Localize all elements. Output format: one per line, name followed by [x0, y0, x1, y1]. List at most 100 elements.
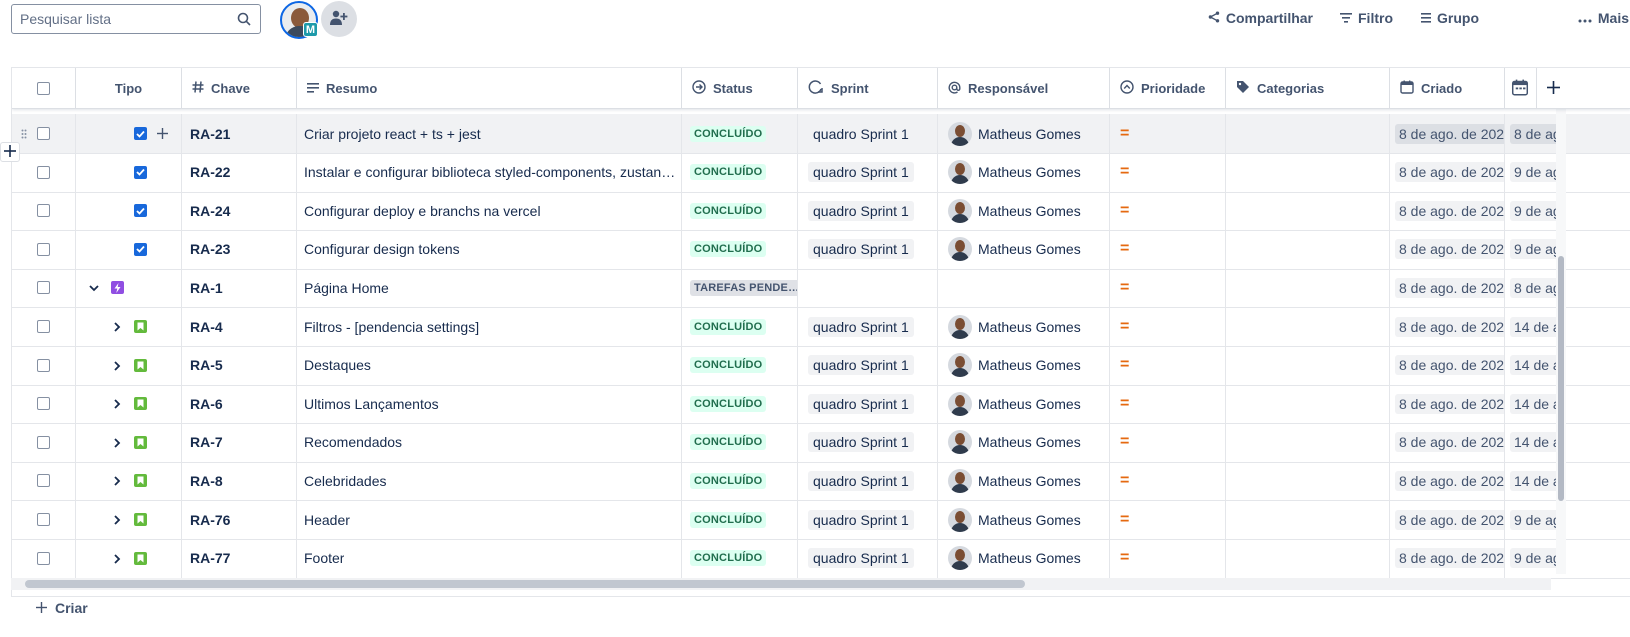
status-badge[interactable]: CONCLUÍDO [690, 511, 767, 528]
status-cell[interactable]: CONCLUÍDO [682, 345, 798, 385]
created-cell[interactable]: 8 de ago. de 2024 [1390, 461, 1505, 501]
group-button[interactable]: Grupo [1421, 10, 1479, 26]
categories-cell[interactable] [1226, 461, 1390, 501]
insert-row-button[interactable] [0, 142, 20, 162]
created-cell[interactable]: 8 de ago. de 2024 [1390, 114, 1505, 153]
created-cell[interactable]: 8 de ago. de 2024 [1390, 384, 1505, 424]
sprint-cell[interactable]: quadro Sprint 1 [798, 307, 938, 346]
row-checkbox[interactable] [37, 165, 50, 179]
status-badge[interactable]: CONCLUÍDO [690, 550, 767, 567]
add-child-button[interactable] [157, 126, 168, 142]
column-summary[interactable]: Resumo [297, 68, 682, 109]
issue-summary[interactable]: Ultimos Lançamentos [297, 384, 682, 424]
status-badge[interactable]: CONCLUÍDO [690, 202, 767, 219]
issue-summary[interactable]: Instalar e configurar biblioteca styled-… [297, 152, 682, 192]
issue-summary[interactable]: Filtros - [pendencia settings] [297, 307, 682, 346]
column-priority[interactable]: Prioridade [1110, 68, 1226, 109]
sprint-cell[interactable]: quadro Sprint 1 [798, 422, 938, 462]
sprint-cell[interactable]: quadro Sprint 1 [798, 538, 938, 578]
table-row[interactable]: RA-7 Recomendados CONCLUÍDO quadro Sprint 1… [12, 422, 1630, 463]
table-row[interactable]: RA-24 Configurar deploy e branchs na verc… [12, 191, 1630, 232]
issue-key[interactable]: RA-76 [182, 500, 297, 539]
table-row[interactable]: RA-23 Configurar design tokens CONCLUÍDO qu… [12, 229, 1630, 270]
chevron-down-icon[interactable] [88, 282, 100, 294]
priority-cell[interactable]: = [1110, 268, 1226, 308]
created-cell[interactable]: 8 de ago. de 2024 [1390, 229, 1505, 269]
create-button[interactable]: Criar [36, 600, 88, 616]
assignee-cell[interactable]: Matheus Gomes [938, 191, 1110, 231]
row-checkbox[interactable] [37, 127, 50, 140]
table-row[interactable]: RA-76 Header CONCLUÍDO quadro Sprint 1 Mathe… [12, 500, 1630, 540]
add-column-button[interactable] [1537, 68, 1577, 109]
sprint-tag[interactable]: quadro Sprint 1 [808, 509, 914, 530]
categories-cell[interactable] [1226, 229, 1390, 269]
search-box[interactable] [11, 4, 261, 34]
row-checkbox[interactable] [37, 513, 50, 526]
sprint-cell[interactable]: quadro Sprint 1 [798, 229, 938, 269]
priority-cell[interactable]: = [1110, 114, 1226, 153]
categories-cell[interactable] [1226, 500, 1390, 539]
sprint-tag[interactable]: quadro Sprint 1 [808, 162, 914, 183]
assignee-cell[interactable]: Matheus Gomes [938, 152, 1110, 192]
assignee-cell[interactable]: Matheus Gomes [938, 307, 1110, 346]
status-cell[interactable]: CONCLUÍDO [682, 461, 798, 501]
status-cell[interactable]: CONCLUÍDO [682, 229, 798, 269]
filter-button[interactable]: Filtro [1340, 10, 1393, 26]
issue-key[interactable]: RA-23 [182, 229, 297, 269]
row-checkbox[interactable] [37, 551, 50, 565]
priority-cell[interactable]: = [1110, 500, 1226, 539]
sprint-cell[interactable]: quadro Sprint 1 [798, 114, 938, 153]
column-categories[interactable]: Categorias [1226, 68, 1390, 109]
chevron-right-icon[interactable] [111, 514, 123, 526]
priority-cell[interactable]: = [1110, 152, 1226, 192]
categories-cell[interactable] [1226, 384, 1390, 424]
assignee-cell[interactable]: Matheus Gomes [938, 500, 1110, 539]
column-status[interactable]: Status [682, 68, 798, 109]
row-checkbox[interactable] [37, 281, 50, 295]
chevron-right-icon[interactable] [111, 321, 123, 333]
issue-key[interactable]: RA-4 [182, 307, 297, 346]
created-cell[interactable]: 8 de ago. de 2024 [1390, 345, 1505, 385]
column-sprint[interactable]: Sprint [798, 68, 938, 109]
created-cell[interactable]: 8 de ago. de 2024 [1390, 500, 1505, 539]
row-checkbox[interactable] [37, 435, 50, 449]
sprint-tag[interactable]: quadro Sprint 1 [808, 432, 914, 453]
issue-summary[interactable]: Celebridades [297, 461, 682, 501]
categories-cell[interactable] [1226, 345, 1390, 385]
assignee-cell[interactable]: Matheus Gomes [938, 384, 1110, 424]
created-cell[interactable]: 8 de ago. de 2024 [1390, 538, 1505, 578]
issue-summary[interactable]: Destaques [297, 345, 682, 385]
status-badge[interactable]: CONCLUÍDO [690, 472, 767, 489]
sprint-tag[interactable]: quadro Sprint 1 [808, 548, 914, 569]
sprint-tag[interactable]: quadro Sprint 1 [808, 316, 914, 337]
issue-summary[interactable]: Recomendados [297, 422, 682, 462]
row-checkbox[interactable] [37, 242, 50, 256]
more-button[interactable]: Mais [1578, 10, 1629, 26]
sprint-tag[interactable]: quadro Sprint 1 [808, 239, 914, 260]
row-checkbox[interactable] [37, 474, 50, 488]
issue-key[interactable]: RA-21 [182, 114, 297, 153]
status-badge[interactable]: CONCLUÍDO [690, 318, 767, 335]
categories-cell[interactable] [1226, 538, 1390, 578]
status-badge[interactable]: CONCLUÍDO [690, 357, 767, 374]
chevron-right-icon[interactable] [111, 437, 123, 449]
share-button[interactable]: Compartilhar [1208, 10, 1313, 26]
drag-handle-icon[interactable] [21, 126, 27, 142]
created-cell[interactable]: 8 de ago. de 2024 [1390, 152, 1505, 192]
priority-cell[interactable]: = [1110, 384, 1226, 424]
created-cell[interactable]: 8 de ago. de 2024 [1390, 191, 1505, 231]
column-updated[interactable] [1505, 68, 1537, 109]
status-badge[interactable]: CONCLUÍDO [690, 434, 767, 451]
row-checkbox[interactable] [37, 320, 50, 333]
status-cell[interactable]: CONCLUÍDO [682, 538, 798, 578]
table-row[interactable]: RA-77 Footer CONCLUÍDO quadro Sprint 1 Mathe… [12, 538, 1630, 579]
priority-cell[interactable]: = [1110, 461, 1226, 501]
horizontal-scroll-thumb[interactable] [25, 580, 1025, 588]
column-type[interactable]: Tipo [76, 68, 182, 109]
issue-key[interactable]: RA-24 [182, 191, 297, 231]
sprint-cell[interactable]: quadro Sprint 1 [798, 384, 938, 424]
status-badge[interactable]: CONCLUÍDO [690, 125, 767, 142]
status-badge[interactable]: TAREFAS PENDE… [690, 279, 797, 296]
status-cell[interactable]: CONCLUÍDO [682, 422, 798, 462]
priority-cell[interactable]: = [1110, 538, 1226, 578]
